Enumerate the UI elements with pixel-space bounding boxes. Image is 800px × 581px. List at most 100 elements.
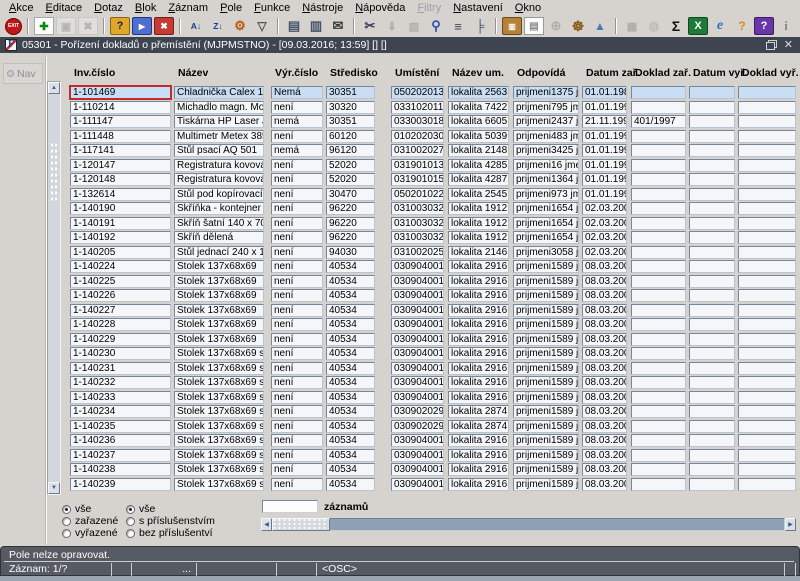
grid-cell[interactable]: není	[271, 231, 323, 244]
grid-cell[interactable]: Stolek 137x68x69	[174, 304, 264, 317]
grid-cell[interactable]: lokalita 1912	[448, 231, 509, 244]
grid-cell[interactable]: prijmeni1589 jme	[513, 434, 579, 447]
grid-cell[interactable]: není	[271, 333, 323, 346]
menu-item-7[interactable]: Funkce	[248, 2, 296, 14]
grid-cell[interactable]	[631, 449, 686, 462]
grid-cell[interactable]: Stolek 137x68x69 s	[174, 434, 264, 447]
grid-cell[interactable]	[689, 362, 735, 375]
cut-icon[interactable]: ✂	[360, 17, 380, 35]
grid-cell[interactable]: 40534	[326, 289, 375, 302]
grid-cell[interactable]: 030904001	[391, 376, 444, 389]
grid-cell[interactable]: Stolek 137x68x69 s	[174, 420, 264, 433]
grid-cell[interactable]: prijmeni483 jmen	[513, 130, 579, 143]
filter-status-option-1[interactable]: vše	[62, 503, 91, 515]
grid-cell[interactable]: není	[271, 391, 323, 404]
grid-cell[interactable]: 1-140232	[70, 376, 171, 389]
grid-cell[interactable]: 1-140229	[70, 333, 171, 346]
grid-cell[interactable]	[631, 304, 686, 317]
grid-cell[interactable]	[689, 115, 735, 128]
grid-cell[interactable]	[738, 420, 796, 433]
filter-accessories-option-1[interactable]: vše	[126, 503, 155, 515]
grid-cell[interactable]	[738, 405, 796, 418]
grid-cell[interactable]: 050202013	[391, 86, 444, 99]
grid-cell[interactable]: 08.03.2000	[582, 434, 627, 447]
grid-cell[interactable]: Stůl pod kopírovací	[174, 188, 264, 201]
grid-cell[interactable]: 1-110214	[70, 101, 171, 114]
grid-cell[interactable]	[689, 159, 735, 172]
execute-query-icon[interactable]: ▶	[132, 17, 152, 35]
grid-cell[interactable]	[689, 318, 735, 331]
grid-cell[interactable]: 030904001	[391, 463, 444, 476]
grid-cell[interactable]: 1-120148	[70, 173, 171, 186]
grid-cell[interactable]: 40534	[326, 318, 375, 331]
grid-cell[interactable]	[738, 159, 796, 172]
grid-cell[interactable]: prijmeni1589 jme	[513, 304, 579, 317]
grid-cell[interactable]: prijmeni1654 jme	[513, 202, 579, 215]
record-count-input[interactable]	[262, 500, 318, 513]
grid-cell[interactable]	[631, 246, 686, 259]
grid-cell[interactable]: 01.01.1999	[582, 101, 627, 114]
filter-status-option-2[interactable]: zařazené	[62, 515, 118, 527]
grid-cell[interactable]: není	[271, 376, 323, 389]
grid-cell[interactable]: 08.03.2000	[582, 362, 627, 375]
grid-cell[interactable]: 21.11.1997	[582, 115, 627, 128]
grid-cell[interactable]: není	[271, 478, 323, 491]
grid-cell[interactable]: Stolek 137x68x69 s	[174, 376, 264, 389]
grid-cell[interactable]: 40534	[326, 275, 375, 288]
grid-cell[interactable]: 08.03.2000	[582, 420, 627, 433]
grid-cell[interactable]	[631, 463, 686, 476]
grid-cell[interactable]: 1-111448	[70, 130, 171, 143]
grid-cell[interactable]	[738, 202, 796, 215]
grid-cell[interactable]	[631, 101, 686, 114]
grid-cell[interactable]	[738, 463, 796, 476]
grid-cell[interactable]	[689, 260, 735, 273]
grid-cell[interactable]	[738, 333, 796, 346]
grid-cell[interactable]: 1-140227	[70, 304, 171, 317]
restore-window-button[interactable]	[766, 40, 777, 50]
grid-cell[interactable]: prijmeni1589 jme	[513, 333, 579, 346]
document-icon[interactable]: ▤	[524, 17, 544, 35]
grid-cell[interactable]: není	[271, 362, 323, 375]
grid-cell[interactable]: 40534	[326, 362, 375, 375]
grid-cell[interactable]: není	[271, 405, 323, 418]
grid-cell[interactable]: 030904001	[391, 275, 444, 288]
grid-cell[interactable]	[738, 188, 796, 201]
grid-cell[interactable]: Skříňka - kontejner	[174, 202, 264, 215]
grid-cell[interactable]: není	[271, 420, 323, 433]
grid-cell[interactable]	[738, 304, 796, 317]
grid-cell[interactable]	[631, 434, 686, 447]
grid-cell[interactable]: 01.01.1999	[582, 144, 627, 157]
grid-cell[interactable]: není	[271, 463, 323, 476]
filter-status-option-3[interactable]: vyřazené	[62, 527, 118, 539]
grid-cell[interactable]: 030904001	[391, 391, 444, 404]
grid-cell[interactable]: prijmeni1589 jme	[513, 289, 579, 302]
grid-cell[interactable]: 030902029	[391, 405, 444, 418]
grid-cell[interactable]: prijmeni1589 jme	[513, 391, 579, 404]
grid-cell[interactable]: Chladnička Calex 17	[174, 86, 264, 99]
grid-cell[interactable]	[631, 159, 686, 172]
grid-cell[interactable]: Stolek 137x68x69	[174, 333, 264, 346]
print-icon[interactable]: ▤	[284, 17, 304, 35]
grid-cell[interactable]: prijmeni795 jmen	[513, 101, 579, 114]
grid-cell[interactable]	[631, 173, 686, 186]
grid-cell[interactable]: lokalita 7422	[448, 101, 509, 114]
grid-cell[interactable]	[689, 86, 735, 99]
grid-cell[interactable]: 031002025	[391, 246, 444, 259]
grid-cell[interactable]: lokalita 2916	[448, 304, 509, 317]
grid-cell[interactable]	[631, 217, 686, 230]
grid-cell[interactable]: 08.03.2000	[582, 478, 627, 491]
grid-cell[interactable]	[738, 101, 796, 114]
grid-cell[interactable]: 40534	[326, 260, 375, 273]
grid-cell[interactable]: 031901013	[391, 159, 444, 172]
grid-cell[interactable]: není	[271, 101, 323, 114]
grid-cell[interactable]: lokalita 2148	[448, 144, 509, 157]
grid-cell[interactable]: 1-140231	[70, 362, 171, 375]
grid-cell[interactable]: 40534	[326, 347, 375, 360]
grid-cell[interactable]: 031002027	[391, 144, 444, 157]
horizontal-scrollbar-track[interactable]	[272, 518, 785, 531]
grid-cell[interactable]: 96220	[326, 217, 375, 230]
grid-cell[interactable]	[738, 130, 796, 143]
grid-cell[interactable]: není	[271, 130, 323, 143]
grid-cell[interactable]: 08.03.2000	[582, 304, 627, 317]
grid-cell[interactable]: 01.01.1994	[582, 173, 627, 186]
